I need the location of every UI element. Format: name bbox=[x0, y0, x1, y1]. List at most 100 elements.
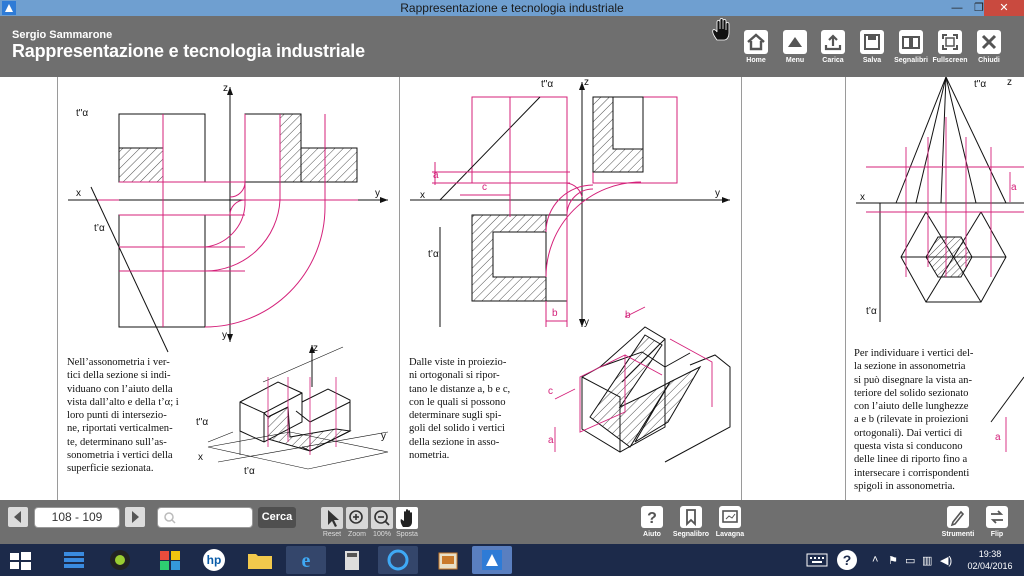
label-z-iso: z bbox=[313, 343, 318, 354]
bookmark-icon bbox=[680, 506, 702, 528]
next-page-button[interactable] bbox=[125, 507, 145, 527]
hp-icon[interactable]: hp bbox=[194, 546, 234, 574]
bottom-toolbar: 108 - 109 Cerca Reset Zoom 100% Sposta ?… bbox=[0, 500, 1024, 544]
arrow-right-icon bbox=[132, 511, 139, 523]
column-divider bbox=[741, 77, 742, 500]
svg-text:?: ? bbox=[647, 510, 657, 527]
fullscreen-icon bbox=[938, 30, 962, 54]
reset-tool-button[interactable] bbox=[321, 507, 343, 529]
paint-icon[interactable] bbox=[150, 546, 190, 574]
label-y: y bbox=[375, 188, 380, 199]
fullscreen-button[interactable]: Fullscreen bbox=[930, 30, 970, 78]
label-a-iso: a bbox=[548, 435, 554, 446]
author-name: Sergio Sammarone bbox=[12, 29, 113, 41]
flip-button[interactable]: Flip bbox=[972, 506, 1022, 538]
carica-button[interactable]: Carica bbox=[813, 30, 853, 78]
floppy-icon bbox=[860, 30, 884, 54]
home-icon bbox=[744, 30, 768, 54]
svg-text:e: e bbox=[302, 550, 311, 572]
search-button[interactable]: Cerca bbox=[258, 507, 296, 528]
flag-icon[interactable]: ⚑ bbox=[888, 554, 898, 567]
gallery-icon[interactable] bbox=[428, 546, 468, 574]
label-t1alpha: t’α bbox=[866, 306, 877, 317]
salva-button[interactable]: Salva bbox=[852, 30, 892, 78]
svg-text:hp: hp bbox=[207, 553, 222, 567]
move-label: Sposta bbox=[396, 531, 418, 538]
keyboard-icon[interactable] bbox=[806, 553, 828, 567]
middle-paragraph: Dalle viste in proiezio-ni ortogonali si… bbox=[409, 357, 511, 462]
label-z: z bbox=[1007, 77, 1012, 88]
help-tray-icon[interactable]: ? bbox=[836, 549, 858, 571]
move-tool-button[interactable] bbox=[396, 507, 418, 529]
flip-icon bbox=[986, 506, 1008, 528]
stack-icon[interactable] bbox=[54, 546, 94, 574]
search-input[interactable] bbox=[157, 507, 253, 528]
label-b-iso: b bbox=[625, 310, 631, 321]
window-title: Rappresentazione e tecnologia industrial… bbox=[400, 1, 624, 15]
label-x: x bbox=[76, 188, 81, 199]
label-z: z bbox=[584, 77, 589, 88]
window-titlebar: Rappresentazione e tecnologia industrial… bbox=[0, 0, 1024, 16]
arrow-left-icon bbox=[14, 511, 21, 523]
chevron-up-icon[interactable]: ˄ bbox=[872, 554, 878, 566]
webcam-icon[interactable] bbox=[100, 546, 140, 574]
book-title: Rappresentazione e tecnologia industrial… bbox=[12, 41, 365, 61]
close-icon bbox=[977, 30, 1001, 54]
label-c: c bbox=[482, 182, 487, 193]
volume-icon[interactable]: ◀) bbox=[940, 554, 952, 567]
zoom-100-button[interactable] bbox=[371, 507, 393, 529]
right-paragraph: Per individuare i vertici del-la sezione… bbox=[854, 348, 974, 492]
windows-start-icon[interactable] bbox=[0, 546, 40, 574]
label-a: a bbox=[1011, 182, 1017, 193]
label-b: b bbox=[552, 308, 558, 319]
help-icon: ? bbox=[641, 506, 663, 528]
calculator-icon[interactable] bbox=[332, 546, 372, 574]
zoom-in-icon bbox=[349, 510, 363, 524]
label-t1alpha-iso: t’α bbox=[244, 466, 255, 477]
label-y: y bbox=[715, 188, 720, 199]
window-close-button[interactable]: ✕ bbox=[984, 0, 1024, 16]
windows-taskbar: hp e ? ˄ ⚑ ▭ ▥ ◀) 19:38 02/04/2016 bbox=[0, 544, 1024, 576]
label-t2alpha: t"α bbox=[974, 79, 987, 90]
segnalibri-button[interactable]: Segnalibri bbox=[891, 30, 931, 78]
folder-icon[interactable] bbox=[240, 546, 280, 574]
home-button[interactable]: Home bbox=[736, 30, 776, 78]
search-icon bbox=[164, 512, 176, 524]
menu-button[interactable]: Menu bbox=[775, 30, 815, 78]
label-t2alpha: t"α bbox=[76, 108, 89, 119]
label-a-iso: a bbox=[995, 432, 1001, 443]
upload-icon bbox=[821, 30, 845, 54]
left-paragraph: Nell’assonometria i ver-tici della sezio… bbox=[67, 357, 179, 475]
label-t1alpha: t’α bbox=[428, 249, 439, 260]
hand-icon bbox=[400, 509, 412, 527]
lavagna-button[interactable]: Lavagna bbox=[705, 506, 755, 538]
book-spread[interactable]: t"α z x y t’α y z t"α y x t’α Nell’asson… bbox=[0, 77, 1024, 500]
triangle-up-icon bbox=[783, 30, 807, 54]
chiudi-button[interactable]: Chiudi bbox=[969, 30, 1009, 78]
system-clock[interactable]: 19:38 02/04/2016 bbox=[960, 548, 1020, 572]
clock-date: 02/04/2016 bbox=[967, 561, 1013, 571]
ie-icon[interactable]: e bbox=[286, 546, 326, 574]
zoom-tool-button[interactable] bbox=[346, 507, 368, 529]
book-icon bbox=[899, 30, 923, 54]
label-x: x bbox=[420, 190, 425, 201]
prev-page-button[interactable] bbox=[8, 507, 28, 527]
label-t2alpha-iso: t"α bbox=[196, 417, 209, 428]
pointer-icon bbox=[328, 510, 339, 527]
battery-icon[interactable]: ▭ bbox=[905, 554, 915, 567]
book-app-icon[interactable] bbox=[472, 546, 512, 574]
label-x: x bbox=[860, 192, 865, 203]
pen-icon bbox=[947, 506, 969, 528]
label-y-iso: y bbox=[381, 431, 386, 442]
label-y-bottom: y bbox=[222, 330, 227, 341]
network-icon[interactable]: ▥ bbox=[922, 554, 932, 567]
label-t2alpha: t"α bbox=[541, 79, 554, 90]
label-z: z bbox=[223, 83, 228, 94]
svg-text:?: ? bbox=[843, 552, 852, 568]
edge-icon[interactable] bbox=[378, 546, 418, 574]
clock-time: 19:38 bbox=[978, 549, 1002, 559]
app-header: Sergio Sammarone Rappresentazione e tecn… bbox=[0, 16, 1024, 77]
page-indicator[interactable]: 108 - 109 bbox=[34, 507, 120, 528]
label-c-iso: c bbox=[548, 386, 553, 397]
label-t1alpha: t’α bbox=[94, 223, 105, 234]
